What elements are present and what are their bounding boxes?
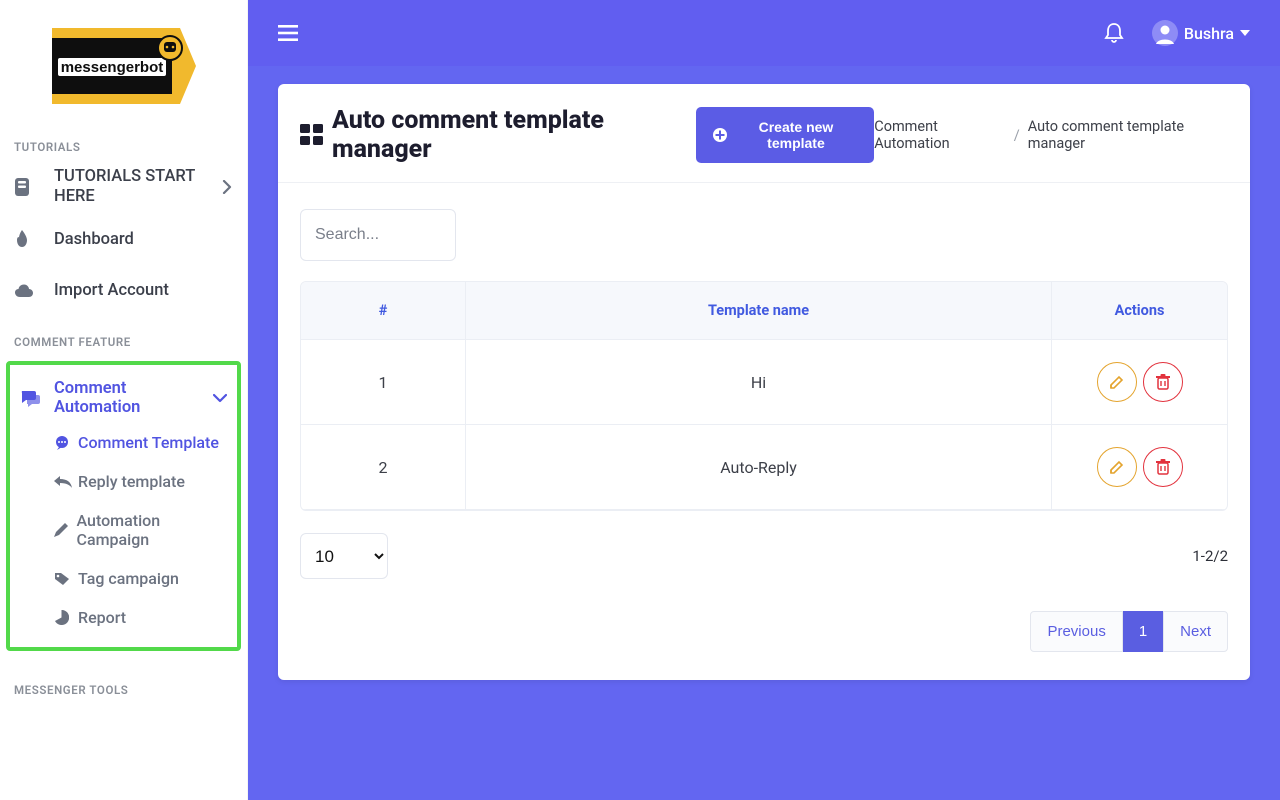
pie-chart-icon [54,610,78,625]
sidebar-item-tutorials-start[interactable]: TUTORIALS START HERE [0,160,247,214]
user-name: Bushra [1184,24,1234,43]
sidebar-sub-label: Reply template [78,472,185,491]
search-input[interactable] [300,209,456,261]
sidebar-sub-label: Comment Template [78,433,219,452]
bell-icon[interactable] [1104,22,1124,44]
grid-icon [300,124,324,146]
cell-num: 2 [301,425,465,510]
reply-icon [54,476,78,488]
breadcrumb-item[interactable]: Comment Automation [874,118,1006,152]
trash-icon [1156,374,1170,390]
breadcrumb: Comment Automation / Auto comment templa… [874,118,1228,152]
pagination-next[interactable]: Next [1163,611,1228,652]
edit-button[interactable] [1097,447,1137,487]
pen-icon [54,523,77,537]
card-header: Auto comment template manager Create new… [278,84,1250,183]
sidebar-sub-label: Tag campaign [78,569,179,588]
sidebar-section-tutorials: TUTORIALS [0,122,247,160]
sidebar-section-messenger-tools: MESSENGER TOOLS [0,665,247,703]
svg-text:messengerbot: messengerbot [60,59,163,76]
sidebar-sub-report[interactable]: Report [14,598,233,637]
sidebar-item-label: Comment Automation [54,379,213,417]
cell-actions [1051,340,1227,425]
sidebar-item-label: Import Account [54,281,233,301]
edit-button[interactable] [1097,362,1137,402]
page-title: Auto comment template manager [300,106,680,164]
topbar: Bushra [248,0,1280,66]
page-counter: 1-2/2 [1192,547,1228,565]
cell-num: 1 [301,340,465,425]
sidebar-sub-reply-template[interactable]: Reply template [14,462,233,501]
sidebar-sub-label: Report [78,608,126,627]
table-row: 1 Hi [301,340,1227,425]
sidebar-item-import-account[interactable]: Import Account [0,265,247,317]
user-menu[interactable]: Bushra [1152,20,1250,46]
trash-icon [1156,459,1170,475]
page-size-select[interactable]: 10 [300,533,388,579]
pagination-previous[interactable]: Previous [1030,611,1122,652]
menu-toggle-icon[interactable] [278,25,298,41]
chevron-right-icon [221,180,233,194]
sidebar-item-label: TUTORIALS START HERE [54,167,221,207]
cloud-icon [14,284,54,298]
breadcrumb-item: Auto comment template manager [1028,118,1228,152]
speech-bubble-icon [54,436,78,450]
comments-icon [20,389,54,407]
sidebar-group-comment-automation: Comment Automation Comment Template Repl… [6,361,241,651]
sidebar: messengerbot TUTORIALS TUTORIALS START H… [0,0,248,800]
sidebar-item-label: Dashboard [54,230,233,250]
table-row: 2 Auto-Reply [301,425,1227,510]
create-template-button[interactable]: Create new template [696,107,875,163]
card-body: # Template name Actions 1 Hi [278,183,1250,680]
sidebar-item-dashboard[interactable]: Dashboard [0,214,247,266]
sidebar-sub-label: Automation Campaign [77,511,227,549]
sidebar-section-comment-feature: COMMENT FEATURE [0,317,247,355]
table-header-num: # [301,282,465,340]
chevron-down-icon [213,393,227,403]
table-header-actions: Actions [1051,282,1227,340]
avatar-icon [1152,20,1178,46]
page-title-text: Auto comment template manager [332,106,680,164]
templates-table: # Template name Actions 1 Hi [300,281,1228,511]
caret-down-icon [1240,30,1250,36]
main-card: Auto comment template manager Create new… [278,84,1250,680]
table-header-name: Template name [465,282,1051,340]
cell-name: Auto-Reply [465,425,1051,510]
sidebar-sub-tag-campaign[interactable]: Tag campaign [14,559,233,598]
create-template-label: Create new template [734,119,859,151]
delete-button[interactable] [1143,447,1183,487]
table-footer-row: 10 1-2/2 [300,533,1228,579]
plus-circle-icon [712,127,728,143]
badge-icon [14,177,54,197]
logo: messengerbot [52,28,196,104]
paginator: Previous 1 Next [300,611,1228,652]
cell-name: Hi [465,340,1051,425]
sidebar-sub-automation-campaign[interactable]: Automation Campaign [14,501,233,559]
edit-icon [1109,459,1125,475]
edit-icon [1109,374,1125,390]
delete-button[interactable] [1143,362,1183,402]
tag-icon [54,572,78,586]
sidebar-sub-comment-template[interactable]: Comment Template [14,423,233,462]
breadcrumb-separator: / [1014,127,1020,144]
flame-icon [14,230,54,248]
sidebar-item-comment-automation[interactable]: Comment Automation [14,373,233,423]
cell-actions [1051,425,1227,510]
logo-area: messengerbot [0,0,247,122]
pagination-page-1[interactable]: 1 [1123,611,1163,652]
